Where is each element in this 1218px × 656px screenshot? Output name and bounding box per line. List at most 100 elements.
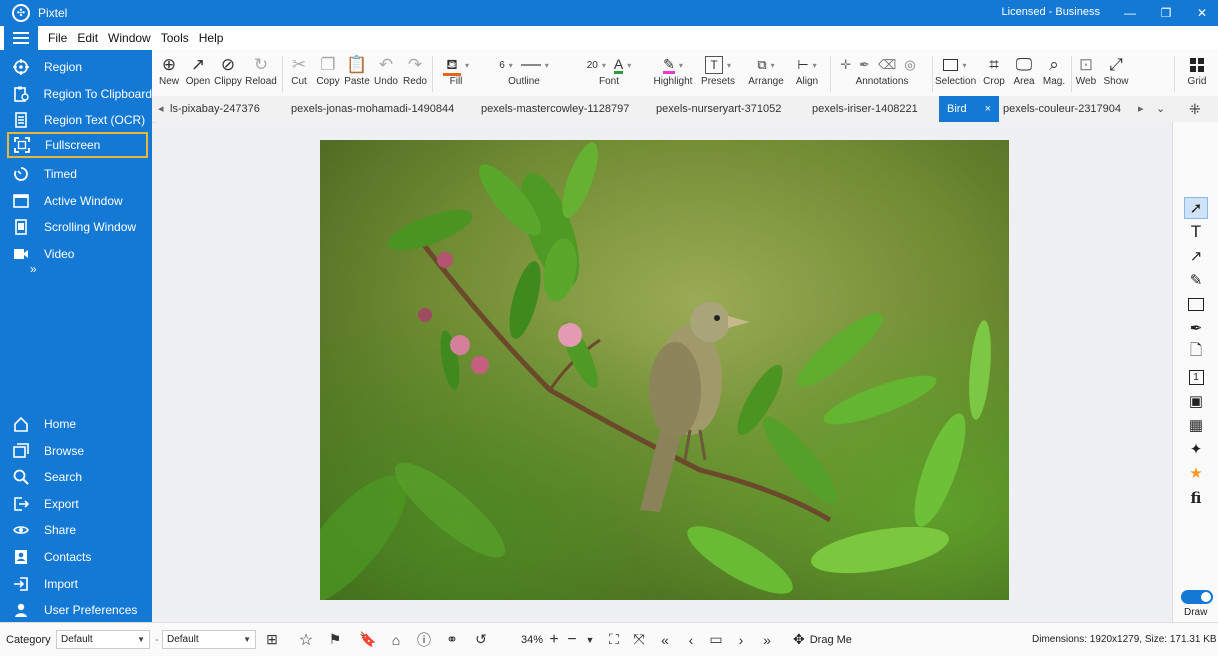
close-icon[interactable]: ✕ [1188,3,1216,23]
highlight-dropdown[interactable]: ✎ ▾ Highlight [650,54,696,88]
sidebar-item-home[interactable]: Home [0,411,152,437]
fill-dropdown[interactable]: ⛾ ▾ Fill [436,54,476,87]
zoom-in-icon[interactable]: + [544,630,564,649]
cut-button[interactable]: ✂ Cut [288,54,310,87]
presets-dropdown[interactable]: T ▾ Presets [700,54,736,87]
sidebar-expand-icon[interactable]: » [30,262,37,276]
draw-toggle[interactable] [1181,590,1213,604]
tab-document[interactable]: pexels-jonas-mohamadi-1490844 [291,96,454,122]
link-add-icon[interactable]: ⚭ [442,630,462,649]
layout-icon[interactable]: ⁜ [1189,96,1201,122]
info-icon[interactable]: ⓘ [414,630,434,649]
next-page-icon[interactable]: › [731,630,751,649]
font-dropdown[interactable]: 20 ▾ A ▾ Font [570,54,648,88]
sidebar-item-user-preferences[interactable]: User Preferences [0,597,152,623]
sidebar-item-import[interactable]: Import [0,571,152,597]
tab-document[interactable]: pexels-nurseryart-371052 [656,96,781,122]
tab-menu-icon[interactable]: ⌄ [1156,96,1165,122]
sidebar-item-active-window[interactable]: Active Window [0,188,152,214]
tab-document[interactable]: pexels-couleur-2317904 [1003,96,1121,122]
sidebar-item-browse[interactable]: Browse [0,438,152,464]
sidebar-item-contacts[interactable]: Contacts [0,544,152,570]
open-button[interactable]: ↗ Open [185,54,211,87]
actual-size-icon[interactable]: ⤧ [629,630,649,649]
first-page-icon[interactable]: « [655,630,675,649]
tab-scroll-right-icon[interactable]: ▸ [1138,96,1144,122]
previous-page-icon[interactable]: ‹ [681,630,701,649]
selection-dropdown[interactable]: ▾ Selection [935,54,976,87]
grid-button[interactable]: Grid [1184,54,1210,87]
restore-icon[interactable]: ❐ [1152,3,1180,23]
reload-button[interactable]: ↻ Reload [245,54,277,87]
web-button[interactable]: ⊡ Web [1074,54,1098,87]
paste-button[interactable]: 📋 Paste [344,54,370,87]
sidebar-item-timed[interactable]: Timed [0,161,152,187]
rectangle-tool-icon[interactable] [1184,293,1208,315]
copy-button[interactable]: ❐ Copy [315,54,341,87]
window-restore-icon[interactable]: ▭ [706,630,726,649]
table-tool-icon[interactable]: ▦ [1184,414,1208,436]
tab-document[interactable]: ls-pixabay-247376 [170,96,260,122]
tab-document[interactable]: pexels-mastercowley-1128797 [481,96,629,122]
marker-tool-icon[interactable]: ✎ [1184,269,1208,291]
arrow-tool-icon[interactable]: ↗ [1184,245,1208,267]
outline-dropdown[interactable]: 6 ▾ ▾ Outline [482,54,566,88]
zoom-dropdown-icon[interactable]: ▼ [580,630,600,649]
hamburger-menu-icon[interactable] [4,26,38,50]
pointer-tool-icon[interactable]: ➚ [1184,197,1208,219]
page-tool-icon[interactable]: 🗋 [1184,341,1208,363]
minimize-icon[interactable]: — [1116,3,1144,23]
step-number-tool-icon[interactable]: 1 [1184,366,1208,388]
sidebar-item-region-to-clipboard[interactable]: Region To Clipboard [0,81,152,107]
annotations-group[interactable]: ✛ ✒ ⌫ ◎ Annotations [834,54,930,87]
tab-bird[interactable]: Bird × [939,96,999,122]
preset-select[interactable]: Default ▼ [162,630,256,649]
zoom-out-icon[interactable]: − [562,630,582,649]
sidebar-item-region[interactable]: Region [0,54,152,80]
star-tool-icon[interactable]: ★ [1184,462,1208,484]
menu-file[interactable]: File [48,31,67,45]
area-button[interactable]: 🖵 Area [1011,54,1037,87]
tab-scroll-left-icon[interactable]: ◂ [158,96,164,122]
menu-edit[interactable]: Edit [77,31,98,45]
show-button[interactable]: ⤢ Show [1102,54,1130,87]
image-tool-icon[interactable]: ▣ [1184,390,1208,412]
new-button[interactable]: ⊕ New [158,54,180,87]
font-style-tool-icon[interactable]: fi [1184,487,1208,509]
sidebar-item-export[interactable]: Export [0,491,152,517]
magnify-button[interactable]: ⌕ Mag. [1041,54,1067,87]
bird-photo[interactable] [320,140,1009,600]
tag-icon[interactable]: ⌂ [386,630,406,649]
sidebar-item-fullscreen[interactable]: Fullscreen [7,132,148,158]
arrange-dropdown[interactable]: ⧉ ▾ Arrange [746,54,786,87]
sparkle-tool-icon[interactable]: ✦ [1184,438,1208,460]
category-select[interactable]: Default ▼ [56,630,150,649]
align-dropdown[interactable]: ⊢ ▾ Align [789,54,825,87]
text-tool-icon[interactable]: T [1184,221,1208,243]
menu-help[interactable]: Help [199,31,224,45]
drag-me-button[interactable]: ✥ Drag Me [793,623,852,656]
sidebar-item-share[interactable]: Share [0,517,152,543]
sidebar-item-label: Fullscreen [45,138,101,152]
menu-tools[interactable]: Tools [161,31,189,45]
tab-document[interactable]: pexels-iriser-1408221 [812,96,918,122]
undo-button[interactable]: ↶ Undo [373,54,399,87]
menu-window[interactable]: Window [108,31,151,45]
star-outline-icon[interactable]: ☆ [296,630,316,649]
tag-list-icon[interactable]: ⊞ [262,630,282,649]
last-page-icon[interactable]: » [757,630,777,649]
fit-screen-icon[interactable]: ⛶ [604,630,624,649]
pen-tool-icon[interactable]: ✒ [1184,317,1208,339]
history-icon[interactable]: ↺ [471,630,491,649]
sidebar-item-region-text-ocr[interactable]: Region Text (OCR) [0,107,152,133]
zoom-level[interactable]: 34% [521,623,543,656]
tab-close-icon[interactable]: × [985,103,991,115]
sidebar-item-search[interactable]: Search [0,464,152,490]
bookmark-icon[interactable]: 🔖 [358,630,378,649]
flag-icon[interactable]: ⚑ [325,630,345,649]
sidebar-item-video[interactable]: Video [0,241,152,267]
redo-button[interactable]: ↷ Redo [402,54,428,87]
crop-button[interactable]: ⌗ Crop [982,54,1006,87]
sidebar-item-scrolling-window[interactable]: Scrolling Window [0,214,152,240]
clippy-button[interactable]: ⊘ Clippy [213,54,243,87]
